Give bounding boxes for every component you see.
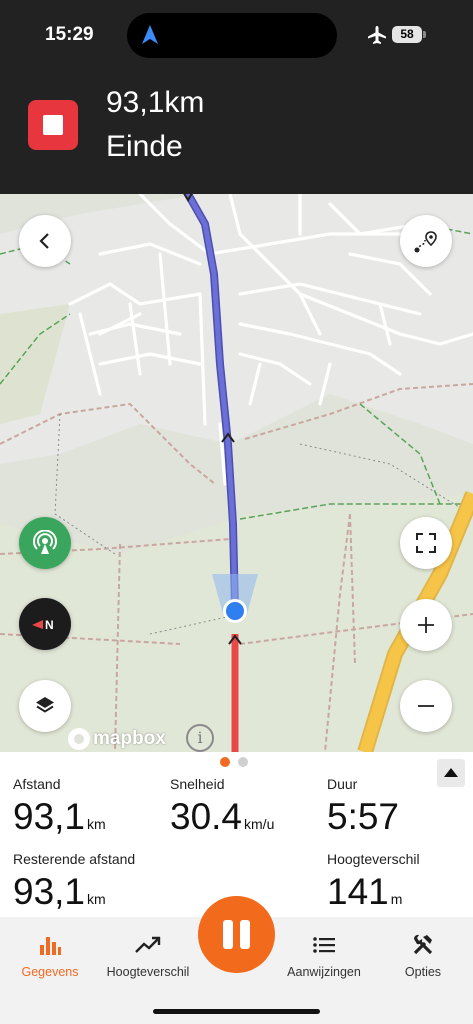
remaining-distance: 93,1km — [106, 86, 205, 119]
home-indicator — [153, 1009, 320, 1014]
svg-text:N: N — [45, 618, 54, 632]
stat-label: Snelheid — [170, 776, 225, 792]
page-indicator[interactable] — [220, 757, 248, 767]
stat-value: 93,1 km — [13, 871, 106, 912]
pause-icon — [223, 920, 233, 949]
attribution-info-button[interactable]: i — [186, 724, 214, 752]
tab-hoogteverschil[interactable]: Hoogteverschil — [98, 931, 198, 979]
list-icon — [313, 937, 335, 953]
tab-gegevens[interactable]: Gegevens — [0, 931, 100, 979]
tab-label: Hoogteverschil — [106, 965, 190, 979]
tools-icon — [413, 934, 433, 955]
collapse-stats-button[interactable] — [437, 759, 465, 787]
zoom-out-icon — [418, 705, 434, 707]
zoom-out-button[interactable] — [400, 680, 452, 732]
pause-button[interactable] — [198, 896, 275, 973]
map-view[interactable]: N mapbox i — [0, 194, 473, 752]
stop-icon — [43, 115, 63, 135]
stat-label: Afstand — [13, 776, 61, 792]
stats-panel: Afstand 93,1 km Snelheid 30.4 km/u Duur 5:… — [0, 752, 473, 917]
stat-value: 93,1 km — [13, 796, 106, 837]
tab-opties[interactable]: Opties — [373, 931, 473, 979]
mapbox-logo-text: mapbox — [93, 728, 166, 749]
stat-value: 30.4 km/u — [170, 796, 275, 837]
stat-label: Hoogteverschil — [327, 851, 420, 867]
route-points-icon — [414, 231, 437, 253]
fullscreen-button[interactable] — [400, 517, 452, 569]
stat-value: 5:57 — [327, 796, 400, 837]
bar-chart-icon — [40, 937, 61, 955]
stat-distance: Afstand 93,1 km — [13, 776, 106, 844]
compass-button[interactable]: N — [19, 598, 71, 650]
tab-label: Aanwijzingen — [287, 965, 361, 979]
page-dot-1[interactable] — [220, 757, 230, 767]
stop-navigation-button[interactable] — [28, 100, 78, 150]
stat-remaining-distance: Resterende afstand 93,1 km — [13, 851, 135, 919]
page-dot-2[interactable] — [238, 757, 248, 767]
stat-value: 141 m — [327, 871, 403, 912]
zoom-in-icon — [418, 617, 434, 633]
stat-label: Resterende afstand — [13, 851, 136, 867]
tab-aanwijzingen[interactable]: Aanwijzingen — [274, 931, 374, 979]
stat-speed: Snelheid 30.4 km/u — [170, 776, 274, 844]
compass-icon: N — [32, 618, 54, 632]
back-button[interactable] — [19, 215, 71, 267]
mapbox-logo[interactable]: mapbox — [68, 728, 166, 750]
dynamic-island — [127, 13, 337, 58]
stat-label: Duur — [327, 776, 358, 792]
layers-icon — [36, 697, 54, 713]
battery-indicator: 58 — [392, 26, 426, 43]
airplane-icon — [368, 26, 386, 44]
pause-icon — [240, 920, 250, 949]
back-icon — [39, 233, 49, 249]
zoom-in-button[interactable] — [400, 599, 452, 651]
route-points-button[interactable] — [400, 215, 452, 267]
bottom-tab-bar: Gegevens Hoogteverschil Aanwijzingen Opt… — [0, 896, 473, 1024]
layers-button[interactable] — [19, 680, 71, 732]
tab-label: Gegevens — [21, 965, 79, 979]
stat-elevation: Hoogteverschil 141 m — [327, 851, 420, 919]
stat-duration: Duur 5:57 — [327, 776, 401, 844]
trend-up-icon — [135, 936, 161, 953]
map-canvas — [0, 194, 473, 752]
location-arrow-icon — [142, 25, 158, 44]
tab-label: Opties — [404, 965, 442, 979]
mapbox-logo-icon — [68, 728, 90, 750]
fullscreen-icon — [416, 533, 436, 553]
turn-instruction: Einde — [106, 130, 183, 163]
live-tracking-button[interactable] — [19, 517, 71, 569]
status-time: 15:29 — [45, 24, 94, 45]
navigation-header: 15:29 58 93,1km Einde — [0, 0, 473, 194]
live-broadcast-icon — [33, 530, 57, 554]
